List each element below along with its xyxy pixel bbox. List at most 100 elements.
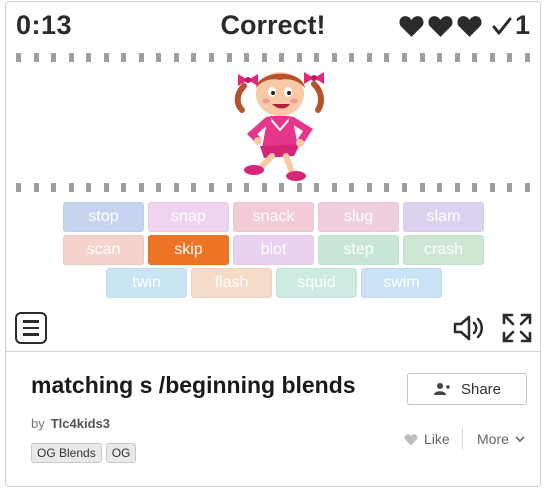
- more-label: More: [477, 431, 509, 447]
- track-dash: [507, 183, 513, 192]
- track-dash: [226, 53, 232, 62]
- track-dash: [209, 53, 215, 62]
- track-dash: [296, 53, 302, 62]
- track-dash: [331, 183, 337, 192]
- track-dash: [524, 183, 530, 192]
- track-dash: [472, 53, 478, 62]
- track-dash: [156, 183, 162, 192]
- track-dash: [173, 53, 179, 62]
- track-dash: [384, 53, 390, 62]
- word-tile-snack[interactable]: snack: [233, 202, 314, 232]
- score: 1: [514, 10, 530, 40]
- byline: by Tlc4kids3: [31, 416, 110, 431]
- track-dash: [33, 183, 39, 192]
- tag-list: OG Blends OG: [31, 443, 137, 463]
- track-dash: [261, 53, 267, 62]
- word-tile-squid[interactable]: squid: [276, 268, 357, 298]
- by-label: by: [31, 416, 45, 431]
- game-area[interactable]: 0:13 Correct! 1 stop snap snack slug sla…: [6, 2, 540, 352]
- tag[interactable]: OG: [105, 443, 137, 463]
- word-tile-skip[interactable]: skip: [148, 235, 229, 265]
- track-dash: [33, 53, 39, 62]
- track-dash: [489, 183, 495, 192]
- track-dash: [314, 183, 320, 192]
- activity-card: 0:13 Correct! 1 stop snap snack slug sla…: [5, 1, 541, 487]
- track-dash: [489, 53, 495, 62]
- menu-icon[interactable]: [15, 312, 47, 344]
- track-dash: [261, 183, 267, 192]
- activity-info: matching s /beginning blends by Tlc4kids3…: [6, 353, 540, 486]
- heart-icon: [399, 15, 424, 37]
- lives-and-score: 1: [398, 10, 530, 41]
- track-dash: [16, 183, 21, 192]
- track-dash: [349, 183, 355, 192]
- track-dash: [384, 183, 390, 192]
- track-dash: [68, 53, 74, 62]
- track-dash: [16, 53, 21, 62]
- track-dash: [51, 53, 57, 62]
- share-label: Share: [460, 380, 502, 398]
- track-dash: [314, 53, 320, 62]
- track-dash: [349, 53, 355, 62]
- track-dash: [121, 53, 127, 62]
- track-dash: [86, 53, 92, 62]
- check-icon: [492, 17, 512, 34]
- word-tile-swim[interactable]: swim: [361, 268, 442, 298]
- word-tile-blot[interactable]: blot: [233, 235, 314, 265]
- track-dash: [331, 53, 337, 62]
- track-dash: [244, 53, 250, 62]
- fullscreen-icon[interactable]: [501, 312, 533, 344]
- track-top: [16, 53, 530, 62]
- track-dash: [402, 53, 408, 62]
- tag[interactable]: OG Blends: [31, 443, 102, 463]
- track-dash: [279, 183, 285, 192]
- divider: [462, 429, 463, 449]
- track-dash: [366, 183, 372, 192]
- heart-icon: [457, 15, 482, 37]
- track-dash: [191, 53, 197, 62]
- heart-icon: [404, 433, 418, 445]
- word-tile-twin[interactable]: twin: [106, 268, 187, 298]
- word-tile-snap[interactable]: snap: [148, 202, 229, 232]
- activity-title: matching s /beginning blends: [31, 372, 356, 398]
- track-dash: [244, 183, 250, 192]
- more-button[interactable]: More: [477, 431, 525, 447]
- track-dash: [454, 183, 460, 192]
- track-dash: [366, 53, 372, 62]
- share-button[interactable]: Share: [407, 373, 527, 405]
- track-dash: [86, 183, 92, 192]
- share-people-icon: [433, 383, 450, 395]
- track-dash: [173, 183, 179, 192]
- word-tile-step[interactable]: step: [318, 235, 399, 265]
- track-dash: [524, 53, 530, 62]
- speaker-icon[interactable]: [452, 313, 486, 343]
- track-dash: [437, 53, 443, 62]
- word-tile-stop[interactable]: stop: [63, 202, 144, 232]
- running-girl-character: [234, 72, 325, 181]
- track-dash: [472, 183, 478, 192]
- track-dash: [226, 183, 232, 192]
- word-tile-slam[interactable]: slam: [403, 202, 484, 232]
- like-label: Like: [424, 431, 450, 447]
- track-dash: [507, 53, 513, 62]
- track-dash: [103, 53, 109, 62]
- heart-icon: [428, 15, 453, 37]
- tile-row: scan skip blot step crash: [63, 235, 484, 265]
- track-dash: [209, 183, 215, 192]
- word-tile-scan[interactable]: scan: [63, 235, 144, 265]
- word-tile-slug[interactable]: slug: [318, 202, 399, 232]
- track-dash: [51, 183, 57, 192]
- tile-row: stop snap snack slug slam: [63, 202, 484, 232]
- like-button[interactable]: Like: [404, 431, 450, 447]
- track-dash: [296, 183, 302, 192]
- tile-row: twin flash squid swim: [106, 268, 442, 298]
- track-dash: [121, 183, 127, 192]
- track-dash: [279, 53, 285, 62]
- author-link[interactable]: Tlc4kids3: [51, 416, 110, 431]
- word-tile-flash[interactable]: flash: [191, 268, 272, 298]
- track-dash: [454, 53, 460, 62]
- chevron-down-icon: [515, 436, 525, 442]
- track-dash: [68, 183, 74, 192]
- track-dash: [138, 183, 144, 192]
- word-tile-crash[interactable]: crash: [403, 235, 484, 265]
